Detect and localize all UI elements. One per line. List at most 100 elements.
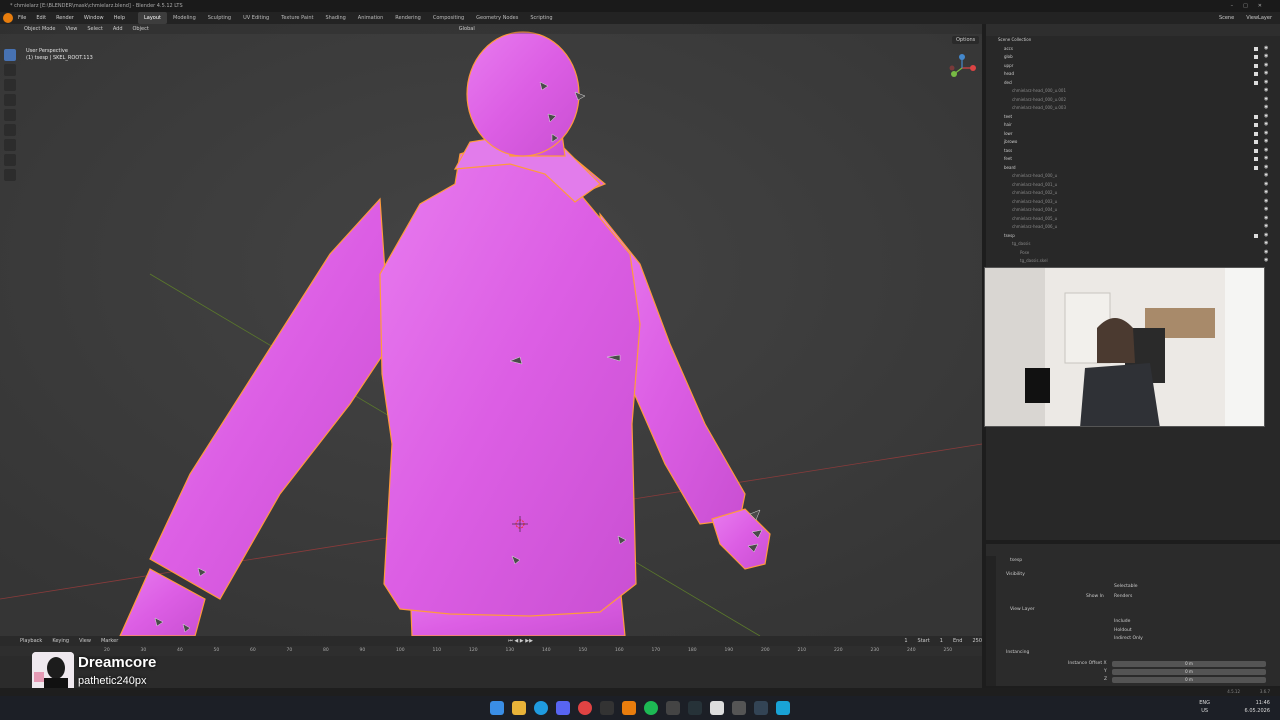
visibility-section[interactable]: Visibility <box>1006 572 1025 577</box>
viewport-menu-select[interactable]: Select <box>87 24 102 34</box>
exclude-checkbox[interactable] <box>1254 157 1258 161</box>
eye-icon[interactable]: ◉ <box>1264 164 1270 170</box>
eye-icon[interactable]: ◉ <box>1264 224 1270 229</box>
outliner-item[interactable]: chmielarz-head_000_u.001 ◉ <box>986 87 1280 96</box>
menu-window[interactable]: Window <box>84 15 104 21</box>
measure-tool-icon[interactable] <box>4 154 16 166</box>
outliner-item[interactable]: chmielarz-head_000_u ◉ <box>986 172 1280 181</box>
scene-selector[interactable]: Scene <box>1219 12 1234 24</box>
exclude-checkbox[interactable] <box>1254 55 1258 59</box>
workspace-tab-uv-editing[interactable]: UV Editing <box>237 12 275 24</box>
outliner-item[interactable]: tass ◉ <box>986 147 1280 156</box>
eye-icon[interactable]: ◉ <box>1264 54 1270 59</box>
outliner-item[interactable]: accs ◉ <box>986 45 1280 54</box>
outliner-item[interactable]: Pose ◉ <box>986 249 1280 258</box>
chrome-icon[interactable] <box>578 701 592 715</box>
scale-tool-icon[interactable] <box>4 109 16 121</box>
outliner-item[interactable]: chmielarz-head_006_u ◉ <box>986 223 1280 232</box>
3d-viewport[interactable] <box>0 24 982 636</box>
clock[interactable]: 11:46 6.05.2026 <box>1245 699 1270 715</box>
instance-offset-z-field[interactable]: 0 m <box>1112 677 1266 683</box>
menu-file[interactable]: File <box>18 15 26 21</box>
navigation-gizmo-icon[interactable] <box>946 52 978 84</box>
options-button[interactable]: Options <box>952 36 980 44</box>
outliner-item[interactable]: chmielarz-head_004_u ◉ <box>986 206 1280 215</box>
outliner-item[interactable]: chmielarz-head_000_u.003 ◉ <box>986 104 1280 113</box>
workspace-tab-texture-paint[interactable]: Texture Paint <box>275 12 319 24</box>
outliner-item[interactable]: tsesp ◉ <box>986 232 1280 241</box>
steam-icon[interactable] <box>666 701 680 715</box>
outliner-item[interactable]: beard ◉ <box>986 164 1280 173</box>
app-icon-5[interactable] <box>776 701 790 715</box>
outliner-item[interactable]: chmielarz-head_005_u ◉ <box>986 215 1280 224</box>
eye-icon[interactable]: ◉ <box>1264 139 1270 144</box>
end-field[interactable]: 250 <box>972 636 982 646</box>
viewlayer-selector[interactable]: ViewLayer <box>1246 12 1272 24</box>
instancing-section[interactable]: Instancing <box>1006 650 1029 655</box>
include-checkbox[interactable]: Include <box>1114 619 1130 624</box>
exclude-checkbox[interactable] <box>1254 148 1258 153</box>
rotate-tool-icon[interactable] <box>4 94 16 106</box>
app-icon-4[interactable] <box>754 701 768 715</box>
outliner-item[interactable]: jbrowo ◉ <box>986 138 1280 147</box>
viewport-menu-add[interactable]: Add <box>113 24 123 34</box>
eye-icon[interactable]: ◉ <box>1264 71 1270 76</box>
outliner-item[interactable]: chmielarz-head_003_u ◉ <box>986 198 1280 207</box>
exclude-checkbox[interactable] <box>1254 80 1258 85</box>
timeline-playback-menu[interactable]: Playback <box>20 636 42 646</box>
app-icon[interactable] <box>688 701 702 715</box>
blender-logo-icon[interactable] <box>3 13 13 23</box>
file-explorer-icon[interactable] <box>512 701 526 715</box>
eye-icon[interactable]: ◉ <box>1264 207 1270 212</box>
blender-icon[interactable] <box>622 701 636 715</box>
eye-icon[interactable]: ◉ <box>1264 241 1270 246</box>
terminal-icon[interactable] <box>600 701 614 715</box>
workspace-tab-geometry-nodes[interactable]: Geometry Nodes <box>470 12 524 24</box>
edge-icon[interactable] <box>534 701 548 715</box>
outliner-item[interactable]: chmielarz-head_001_u ◉ <box>986 181 1280 190</box>
window-controls[interactable]: –□✕ <box>1231 0 1272 12</box>
outliner-item[interactable]: tg_dassis ◉ <box>986 240 1280 249</box>
eye-icon[interactable]: ◉ <box>1264 130 1270 136</box>
exclude-checkbox[interactable] <box>1254 140 1258 144</box>
cursor-tool-icon[interactable] <box>4 64 16 76</box>
eye-icon[interactable]: ◉ <box>1264 232 1270 238</box>
eye-icon[interactable]: ◉ <box>1264 215 1270 221</box>
exclude-checkbox[interactable] <box>1254 72 1258 76</box>
workspace-tab-shading[interactable]: Shading <box>319 12 351 24</box>
outliner-item[interactable]: head ◉ <box>986 70 1280 79</box>
eye-icon[interactable]: ◉ <box>1264 113 1270 119</box>
menu-edit[interactable]: Edit <box>36 15 46 21</box>
outliner-item[interactable]: chmielarz-head_002_u ◉ <box>986 189 1280 198</box>
workspace-tab-layout[interactable]: Layout <box>138 12 167 24</box>
outliner-item[interactable]: chmielarz-head_000_u.002 ◉ <box>986 96 1280 105</box>
mode-selector[interactable]: Object Mode <box>24 24 56 34</box>
discord-icon[interactable] <box>556 701 570 715</box>
holdout-checkbox[interactable]: Holdout <box>1114 628 1132 633</box>
eye-icon[interactable]: ◉ <box>1264 190 1270 195</box>
eye-icon[interactable]: ◉ <box>1264 249 1270 255</box>
outliner-item[interactable]: tg_dassis.skel ◉ <box>986 257 1280 266</box>
eye-icon[interactable]: ◉ <box>1264 88 1270 93</box>
exclude-checkbox[interactable] <box>1254 46 1258 51</box>
view-layer-section[interactable]: View Layer <box>1010 607 1035 612</box>
workspace-tab-scripting[interactable]: Scripting <box>524 12 558 24</box>
outliner-item[interactable]: uppr ◉ <box>986 62 1280 71</box>
outliner-item[interactable]: glob ◉ <box>986 53 1280 62</box>
add-cube-tool-icon[interactable] <box>4 169 16 181</box>
select-box-tool-icon[interactable] <box>4 49 16 61</box>
menu-help[interactable]: Help <box>114 15 125 21</box>
timeline-view-menu[interactable]: View <box>79 636 91 646</box>
start-field[interactable]: 1 <box>940 636 943 646</box>
exclude-checkbox[interactable] <box>1254 165 1258 170</box>
eye-icon[interactable]: ◉ <box>1264 181 1270 187</box>
outliner-item[interactable]: feet ◉ <box>986 155 1280 164</box>
viewport-menu-view[interactable]: View <box>66 24 78 34</box>
exclude-checkbox[interactable] <box>1254 131 1258 136</box>
eye-icon[interactable]: ◉ <box>1264 79 1270 85</box>
eye-icon[interactable]: ◉ <box>1264 173 1270 178</box>
workspace-tab-rendering[interactable]: Rendering <box>389 12 427 24</box>
outliner-item[interactable]: hair ◉ <box>986 121 1280 130</box>
exclude-checkbox[interactable] <box>1254 114 1258 119</box>
indirect-only-checkbox[interactable]: Indirect Only <box>1114 636 1143 641</box>
